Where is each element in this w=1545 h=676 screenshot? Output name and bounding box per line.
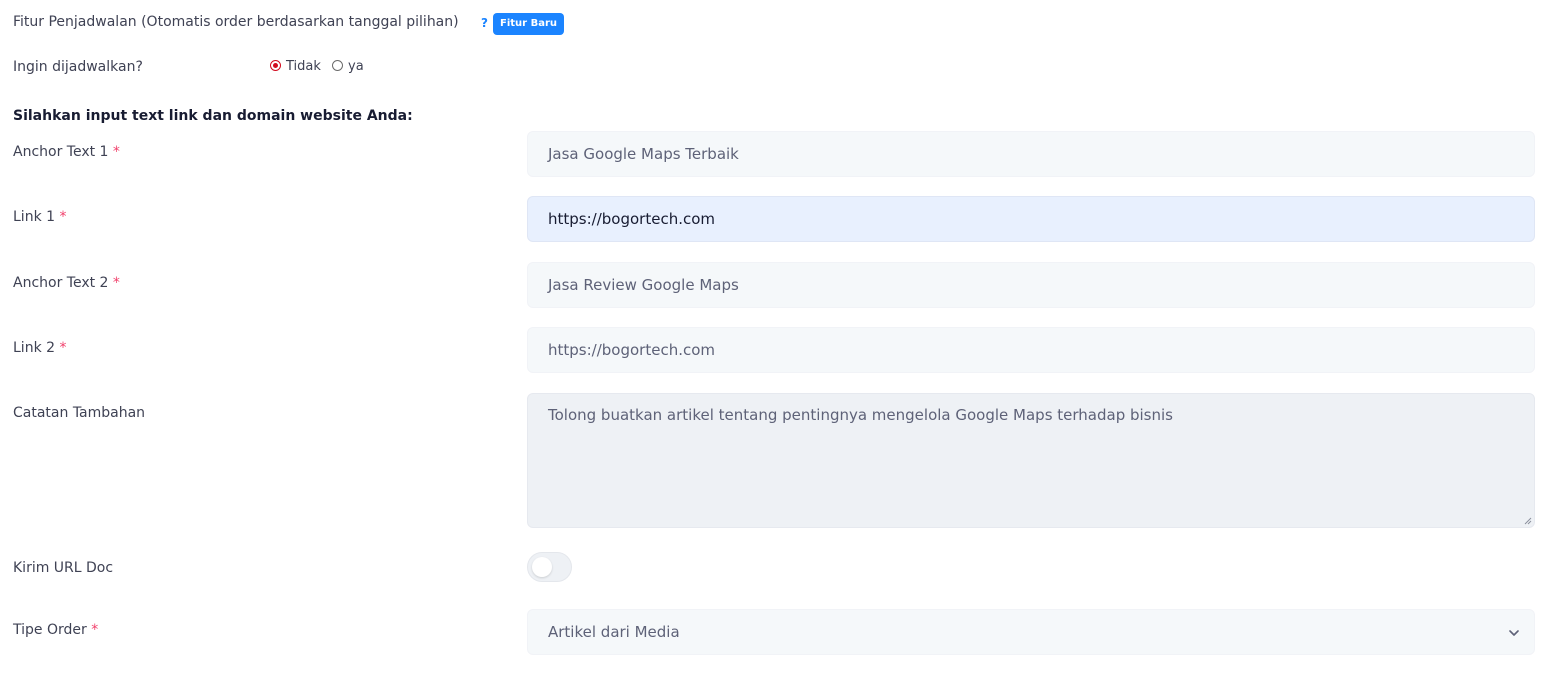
required-marker: * xyxy=(112,275,120,291)
required-marker: * xyxy=(59,340,67,356)
radio-button-ya[interactable] xyxy=(332,60,343,71)
radio-option-tidak[interactable]: Tidak xyxy=(270,59,340,76)
anchor-text-2-label-text: Anchor Text 2 xyxy=(13,275,109,291)
anchor-text-1-input[interactable]: Jasa Google Maps Terbaik xyxy=(527,131,1535,177)
link-2-label-text: Link 2 xyxy=(13,340,56,356)
send-doc-toggle[interactable] xyxy=(527,552,572,582)
send-doc-label: Kirim URL Doc xyxy=(13,560,114,576)
radio-button-tidak[interactable] xyxy=(270,60,281,71)
anchor-text-1-label-text: Anchor Text 1 xyxy=(13,144,109,160)
anchor-text-2-input[interactable]: Jasa Review Google Maps xyxy=(527,262,1535,308)
required-marker: * xyxy=(59,209,67,225)
notes-label: Catatan Tambahan xyxy=(13,405,146,421)
notes-textarea[interactable]: Tolong buatkan artikel tentang pentingny… xyxy=(527,393,1535,528)
link-1-label-text: Link 1 xyxy=(13,209,56,225)
required-marker: * xyxy=(112,144,120,160)
order-type-selected-value: Artikel dari Media xyxy=(548,623,680,641)
order-type-label: Tipe Order * xyxy=(13,622,98,638)
anchor-text-2-label: Anchor Text 2 * xyxy=(13,275,120,291)
order-type-select[interactable]: Artikel dari Media xyxy=(527,609,1535,655)
radio-label-tidak: Tidak xyxy=(286,59,321,74)
link-2-input[interactable]: https://bogortech.com xyxy=(527,327,1535,373)
chevron-down-icon[interactable] xyxy=(1508,627,1520,639)
question-mark-icon[interactable]: ? xyxy=(481,16,488,30)
required-marker: * xyxy=(91,622,99,638)
schedule-title: Fitur Penjadwalan (Otomatis order berdas… xyxy=(13,14,459,30)
anchor-text-1-label: Anchor Text 1 * xyxy=(13,144,120,160)
schedule-question-label: Ingin dijadwalkan? xyxy=(13,59,143,75)
link-1-label: Link 1 * xyxy=(13,209,66,225)
link-2-label: Link 2 * xyxy=(13,340,66,356)
order-type-label-text: Tipe Order xyxy=(13,622,87,638)
radio-label-ya: ya xyxy=(348,59,364,74)
section-heading: Silahkan input text link dan domain webs… xyxy=(13,108,413,124)
new-feature-badge: Fitur Baru xyxy=(493,13,564,35)
toggle-knob xyxy=(532,557,552,577)
notes-text: Tolong buatkan artikel tentang pentingny… xyxy=(548,406,1173,424)
link-1-input[interactable]: https://bogortech.com xyxy=(527,196,1535,242)
resize-handle-icon[interactable] xyxy=(1524,517,1532,525)
radio-option-ya[interactable]: ya xyxy=(332,59,372,76)
